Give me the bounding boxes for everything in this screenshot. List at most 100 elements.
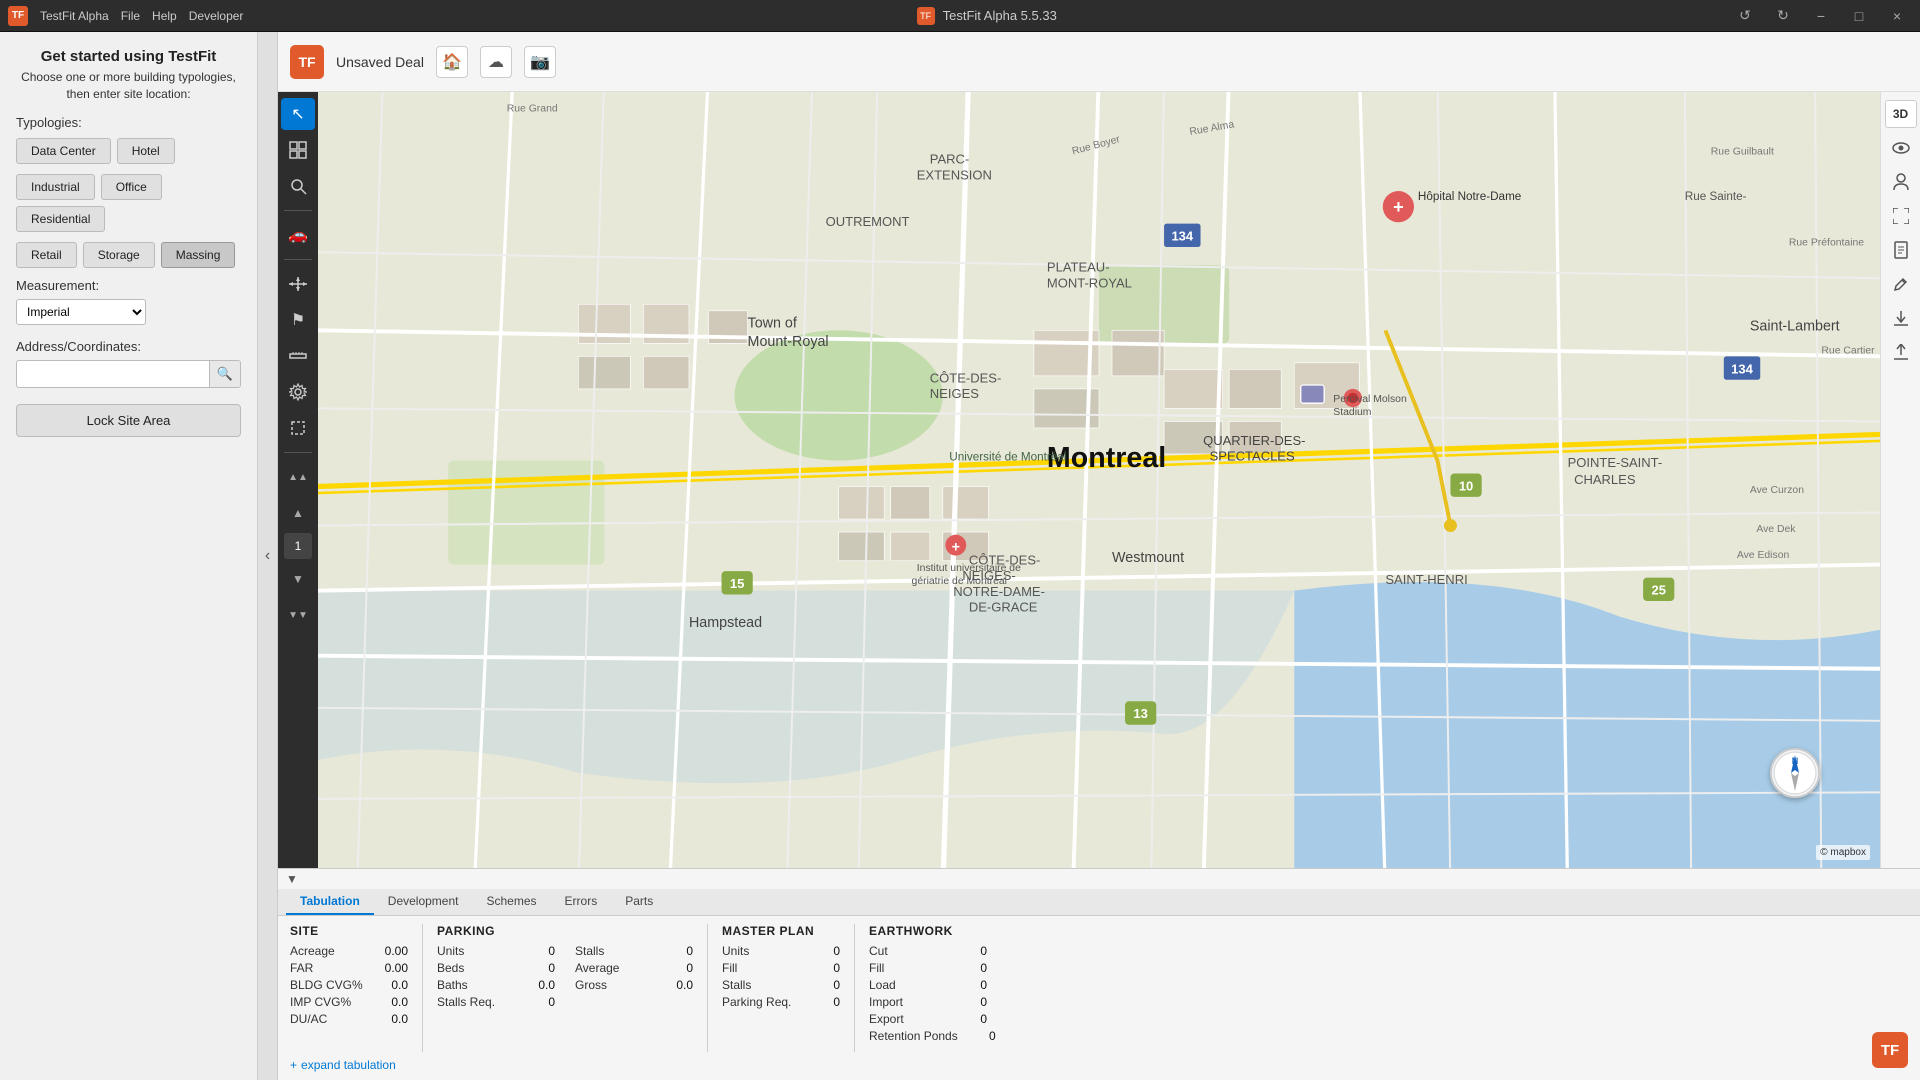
typology-data-center[interactable]: Data Center [16, 138, 111, 164]
site-far-val: 0.00 [378, 961, 408, 975]
tab-schemes[interactable]: Schemes [473, 889, 551, 915]
data-grid: SITE Acreage 0.00 FAR 0.00 BLDG CVG% 0.0 [290, 924, 1908, 1052]
site-du-key: DU/AC [290, 1012, 370, 1026]
menu-item-help[interactable]: Help [152, 9, 177, 23]
mp-stalls-row: Stalls 0 [722, 978, 840, 992]
search-icon[interactable]: 🔍 [209, 361, 240, 387]
resize-tool[interactable] [281, 268, 315, 300]
bottom-right-tf-logo: TF [1872, 1032, 1908, 1068]
gear-tool[interactable] [281, 376, 315, 408]
menu-item-file[interactable]: File [121, 9, 140, 23]
main-content: Get started using TestFit Choose one or … [0, 32, 1920, 1080]
crop-tool[interactable] [281, 412, 315, 444]
typology-hotel[interactable]: Hotel [117, 138, 175, 164]
tab-tabulation[interactable]: Tabulation [286, 889, 374, 915]
zoom-up[interactable]: ▲ [281, 497, 315, 529]
menu-item-developer[interactable]: Developer [189, 9, 244, 23]
home-icon-btn[interactable]: 🏠 [436, 46, 468, 78]
drive-tool[interactable]: 🚗 [281, 219, 315, 251]
camera-icon-btn[interactable]: 📷 [524, 46, 556, 78]
mp-parkingreq-val: 0 [810, 995, 840, 1009]
expand-tabulation-link[interactable]: + expand tabulation [290, 1058, 1908, 1072]
typology-office[interactable]: Office [101, 174, 162, 200]
select-tool[interactable]: ↖ [281, 98, 315, 130]
parking-beds-row: Beds 0 [437, 961, 555, 975]
upload-btn[interactable] [1885, 338, 1917, 366]
ew-export-row: Export 0 [869, 1012, 996, 1026]
typology-residential[interactable]: Residential [16, 206, 105, 232]
measurement-select[interactable]: Imperial Metric [16, 299, 146, 325]
svg-text:134: 134 [1171, 228, 1193, 243]
menu-item-testfit[interactable]: TestFit Alpha [40, 9, 109, 23]
mp-units-key: Units [722, 944, 802, 958]
ew-retention-key: Retention Ponds [869, 1029, 958, 1043]
svg-text:Rue Cartier: Rue Cartier [1821, 346, 1875, 357]
annotate-btn[interactable] [1885, 270, 1917, 298]
flag-tool[interactable]: ⚑ [281, 304, 315, 336]
close-btn[interactable]: × [1882, 5, 1912, 27]
svg-text:Ave Dek: Ave Dek [1756, 524, 1796, 535]
zoom-level: 1 [284, 533, 312, 559]
cloud-icon-btn[interactable]: ☁ [480, 46, 512, 78]
svg-text:Mount-Royal: Mount-Royal [748, 334, 829, 350]
mp-stalls-val: 0 [810, 978, 840, 992]
window-controls[interactable]: ↺ ↻ − □ × [1730, 5, 1912, 27]
site-far-key: FAR [290, 961, 370, 975]
site-acreage-val: 0.00 [378, 944, 408, 958]
redo-btn[interactable]: ↻ [1768, 5, 1798, 27]
minimize-btn[interactable]: − [1806, 5, 1836, 27]
zoom-up-max[interactable]: ▲▲ [281, 461, 315, 493]
typology-retail[interactable]: Retail [16, 242, 77, 268]
ew-load-key: Load [869, 978, 949, 992]
title-bar-menu[interactable]: TestFit Alpha File Help Developer [40, 9, 243, 23]
svg-text:25: 25 [1651, 583, 1665, 598]
lock-site-area-button[interactable]: Lock Site Area [16, 404, 241, 437]
undo-btn[interactable]: ↺ [1730, 5, 1760, 27]
north-compass: N [1770, 748, 1820, 798]
mp-parkingreq-key: Parking Req. [722, 995, 802, 1009]
map-container[interactable]: 10 15 29 13 132 25 134 [318, 92, 1880, 868]
svg-text:15: 15 [730, 576, 744, 591]
ew-import-row: Import 0 [869, 995, 996, 1009]
zoom-down[interactable]: ▼ [281, 563, 315, 595]
3d-view-btn[interactable]: 3D [1885, 100, 1917, 128]
bottom-panel: ▼ Tabulation Development Schemes Errors … [278, 868, 1920, 1080]
svg-text:Hampstead: Hampstead [689, 615, 762, 631]
svg-text:Stadium: Stadium [1333, 407, 1371, 418]
typology-massing[interactable]: Massing [161, 242, 236, 268]
measure-tool[interactable] [281, 340, 315, 372]
parking-stallsreq-val: 0 [525, 995, 555, 1009]
parking-beds-val: 0 [525, 961, 555, 975]
zoom-tool[interactable] [281, 170, 315, 202]
typologies-row1: Data Center Hotel [16, 138, 241, 164]
deal-name[interactable]: Unsaved Deal [336, 54, 424, 70]
typologies-label: Typologies: [16, 115, 241, 130]
fullscreen-btn[interactable] [1885, 202, 1917, 230]
typology-storage[interactable]: Storage [83, 242, 155, 268]
site-far-row: FAR 0.00 [290, 961, 408, 975]
svg-text:Town of: Town of [748, 316, 797, 332]
typology-industrial[interactable]: Industrial [16, 174, 95, 200]
svg-text:Institut universitaire de: Institut universitaire de [917, 563, 1021, 574]
zoom-down-max[interactable]: ▼▼ [281, 599, 315, 631]
grid-tool[interactable] [281, 134, 315, 166]
tab-errors[interactable]: Errors [551, 889, 612, 915]
bottom-collapse-bar[interactable]: ▼ [278, 869, 1920, 889]
ew-load-val: 0 [957, 978, 987, 992]
tab-parts[interactable]: Parts [611, 889, 667, 915]
expand-label[interactable]: expand tabulation [301, 1058, 396, 1072]
earthwork-section: EARTHWORK Cut 0 Fill 0 Load 0 [869, 924, 1010, 1052]
user-btn[interactable] [1885, 168, 1917, 196]
address-input[interactable] [17, 362, 209, 386]
visibility-btn[interactable] [1885, 134, 1917, 162]
tab-development[interactable]: Development [374, 889, 473, 915]
report-btn[interactable] [1885, 236, 1917, 264]
panel-collapse-button[interactable]: ‹ [258, 32, 278, 1080]
download-btn[interactable] [1885, 304, 1917, 332]
divider-3 [284, 452, 312, 453]
bottom-tabs: Tabulation Development Schemes Errors Pa… [278, 889, 1920, 916]
parking-avg-key: Average [575, 961, 655, 975]
parking-baths-row: Baths 0.0 [437, 978, 555, 992]
parking-stalls-val: 0 [663, 944, 693, 958]
maximize-btn[interactable]: □ [1844, 5, 1874, 27]
